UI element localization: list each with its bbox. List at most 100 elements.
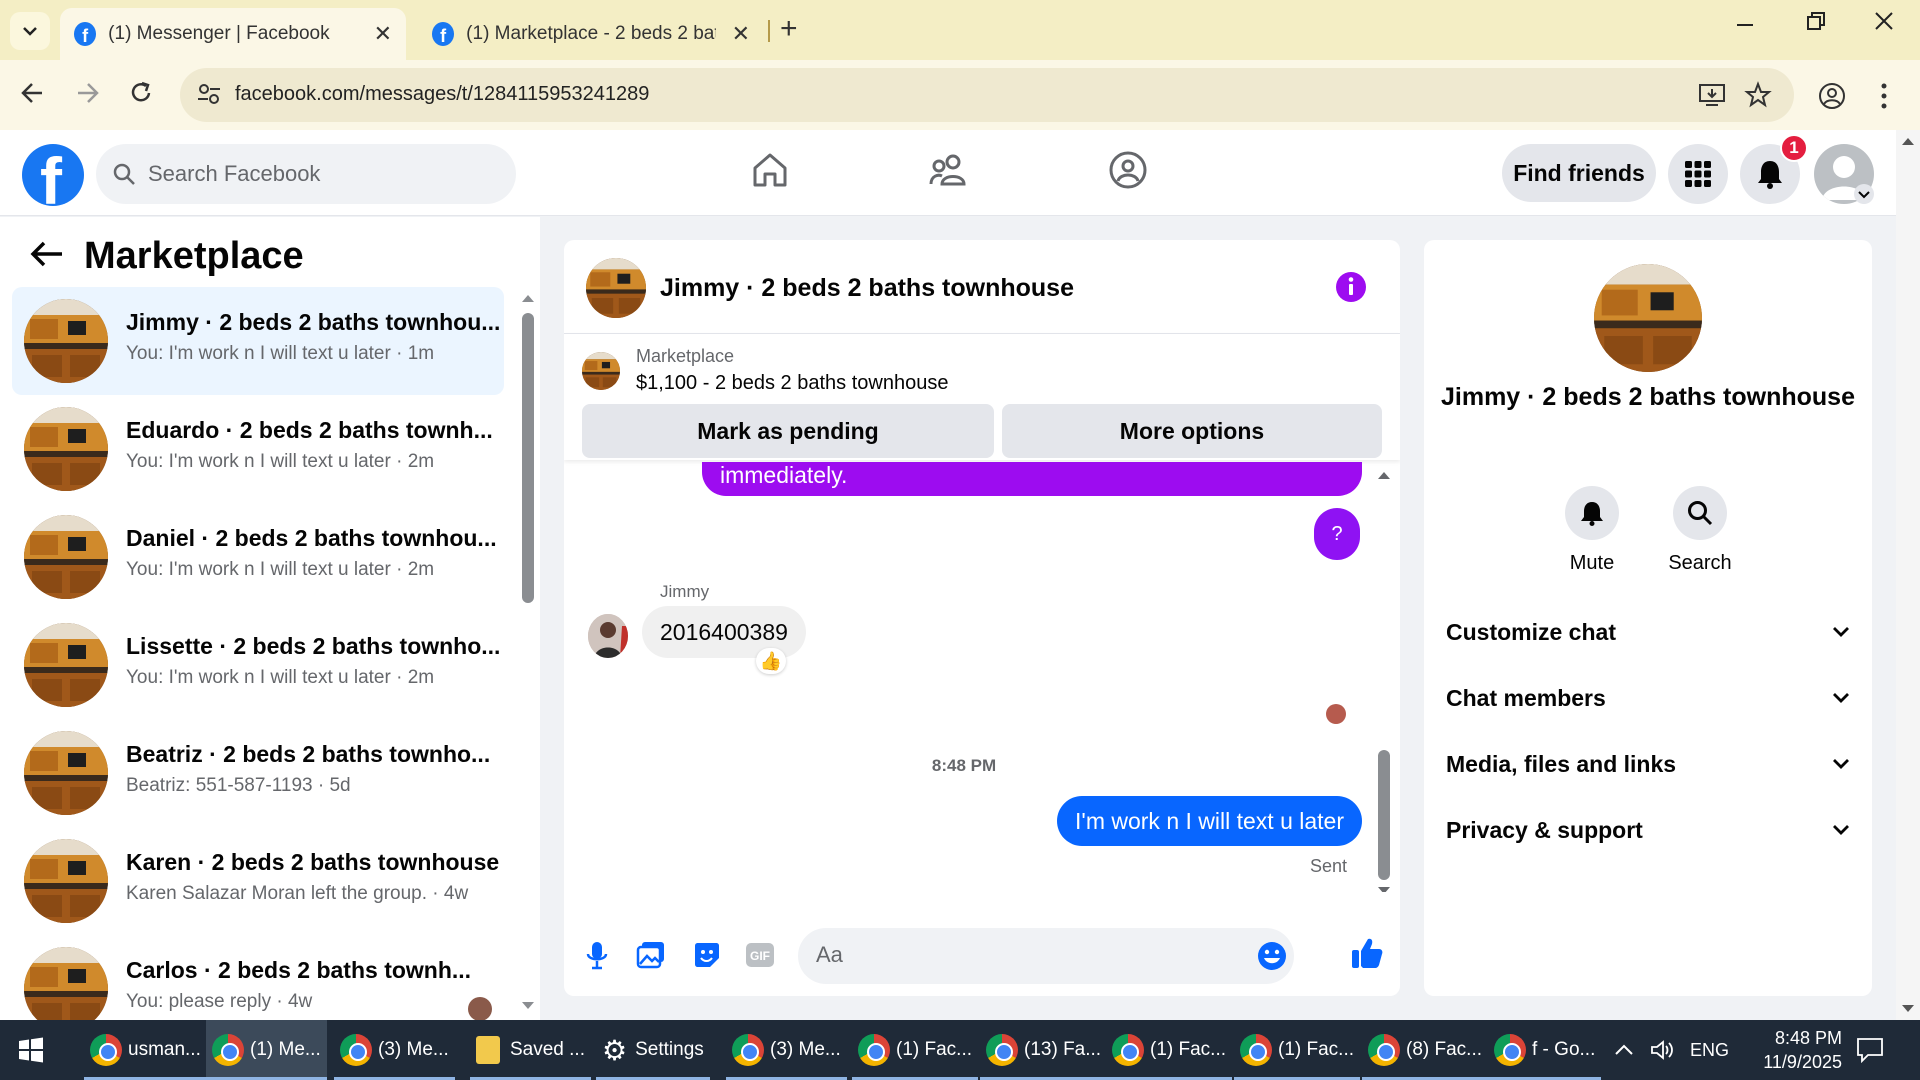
search-in-conversation-button[interactable]: Search xyxy=(1660,486,1740,575)
volume-button[interactable] xyxy=(1650,1020,1674,1080)
conversation-name: Jimmy · 2 beds 2 baths townhou... xyxy=(126,309,501,335)
nav-home[interactable] xyxy=(750,150,790,195)
menu-button[interactable] xyxy=(1668,144,1728,204)
conversation-item[interactable]: Karen · 2 beds 2 baths townhouse Karen S… xyxy=(12,827,504,935)
message-thread-scrollbar[interactable] xyxy=(1378,750,1390,880)
tab-search-dropdown[interactable] xyxy=(10,12,50,50)
marketplace-listing-card: Marketplace $1,100 - 2 beds 2 baths town… xyxy=(564,334,1400,460)
close-tab-icon[interactable]: ✕ xyxy=(732,21,750,47)
taskbar-app-button[interactable]: (13) Fa... xyxy=(980,1020,1108,1080)
voice-clip-button[interactable] xyxy=(586,940,608,975)
scroll-up-arrow-icon[interactable] xyxy=(1901,136,1915,146)
gif-button[interactable]: GIF xyxy=(744,940,776,975)
taskbar-app-button[interactable]: (1) Fac... xyxy=(852,1020,979,1080)
restore-button[interactable] xyxy=(1806,10,1826,38)
search-input[interactable] xyxy=(148,161,488,187)
scroll-down-arrow-icon[interactable] xyxy=(520,1001,536,1011)
emoji-picker-button[interactable] xyxy=(1256,940,1288,977)
sticker-button[interactable] xyxy=(692,940,722,975)
nav-groups[interactable] xyxy=(1108,150,1148,195)
profile-button[interactable] xyxy=(1818,82,1846,117)
listing-thumbnail[interactable] xyxy=(586,258,646,318)
scroll-up-arrow-icon[interactable] xyxy=(520,293,536,303)
chat-members-section[interactable]: Chat members xyxy=(1446,678,1850,718)
find-friends-button[interactable]: Find friends xyxy=(1502,144,1656,202)
show-hidden-icons-button[interactable] xyxy=(1614,1020,1634,1080)
action-center-button[interactable] xyxy=(1856,1020,1884,1080)
conversation-item[interactable]: Jimmy · 2 beds 2 baths townhou... You: I… xyxy=(12,287,504,395)
seen-receipt-avatar xyxy=(1326,704,1346,724)
minimize-button[interactable] xyxy=(1736,10,1754,38)
outgoing-question-bubble[interactable]: ? xyxy=(1314,508,1360,560)
chat-title[interactable]: Jimmy · 2 beds 2 baths townhouse xyxy=(660,274,1074,303)
listing-title[interactable]: $1,100 - 2 beds 2 baths townhouse xyxy=(636,372,948,395)
conversation-snippet: You: I'm work n I will text u later · 2m xyxy=(126,451,435,472)
conversation-name: Lissette · 2 beds 2 baths townho... xyxy=(126,633,501,659)
message-input[interactable] xyxy=(816,942,1256,968)
taskbar-app-button[interactable]: Saved ... xyxy=(470,1020,591,1080)
conversation-item[interactable]: Beatriz · 2 beds 2 baths townho... Beatr… xyxy=(12,719,504,827)
conversation-item[interactable]: Lissette · 2 beds 2 baths townho... You:… xyxy=(12,611,504,719)
outgoing-message-bubble[interactable]: I'm work n I will text u later xyxy=(1057,796,1362,846)
conversation-list-scrollbar[interactable] xyxy=(522,313,534,603)
facebook-logo[interactable]: f xyxy=(22,144,84,206)
account-chevron-icon[interactable] xyxy=(1854,184,1874,204)
conversation-item[interactable]: Eduardo · 2 beds 2 baths townh... You: I… xyxy=(12,395,504,503)
nav-friends[interactable] xyxy=(928,150,968,195)
outgoing-message-bubble[interactable]: immediately. xyxy=(702,462,1362,496)
back-button[interactable] xyxy=(30,239,64,274)
taskbar-app-button[interactable]: (1) Fac... xyxy=(1106,1020,1233,1080)
browser-tab-messenger[interactable]: f (1) Messenger | Facebook ✕ xyxy=(60,8,406,60)
taskbar-app-button[interactable]: (3) Me... xyxy=(334,1020,455,1080)
start-button[interactable] xyxy=(18,1020,44,1080)
close-tab-icon[interactable]: ✕ xyxy=(374,21,392,47)
privacy-support-section[interactable]: Privacy & support xyxy=(1446,810,1850,850)
conversation-item[interactable]: Daniel · 2 beds 2 baths townhou... You: … xyxy=(12,503,504,611)
listing-avatar[interactable] xyxy=(1594,264,1702,372)
mark-as-pending-button[interactable]: Mark as pending xyxy=(582,404,994,458)
taskbar-app-button[interactable]: (1) Fac... xyxy=(1234,1020,1361,1080)
conversation-snippet: Beatriz: 551-587-1193 · 5d xyxy=(126,775,351,796)
scroll-down-arrow-icon[interactable] xyxy=(1377,886,1391,892)
chrome-icon xyxy=(986,1034,1018,1066)
panel-title: Marketplace xyxy=(84,235,304,277)
attach-photo-button[interactable] xyxy=(636,940,666,975)
taskbar-app-label: (13) Fa... xyxy=(1024,1039,1102,1060)
facebook-search[interactable] xyxy=(96,144,516,204)
address-bar[interactable]: facebook.com/messages/t/1284115953241289 xyxy=(180,68,1794,122)
taskbar-app-button[interactable]: (3) Me... xyxy=(726,1020,847,1080)
more-options-button[interactable]: More options xyxy=(1002,404,1382,458)
reload-button[interactable] xyxy=(128,80,154,113)
customize-chat-section[interactable]: Customize chat xyxy=(1446,612,1850,652)
taskbar-app-button[interactable]: usman... xyxy=(84,1020,207,1080)
install-app-icon[interactable] xyxy=(1698,81,1726,114)
scroll-down-arrow-icon[interactable] xyxy=(1901,1004,1915,1014)
browser-menu-button[interactable] xyxy=(1880,82,1888,117)
media-files-links-section[interactable]: Media, files and links xyxy=(1446,744,1850,784)
taskbar-app-button[interactable]: f - Go... xyxy=(1488,1020,1602,1080)
close-window-button[interactable] xyxy=(1874,10,1894,38)
reload-icon xyxy=(131,81,151,102)
forward-button[interactable] xyxy=(74,80,100,113)
scroll-up-arrow-icon[interactable] xyxy=(1377,470,1391,480)
mute-button[interactable]: Mute xyxy=(1552,486,1632,575)
thumbs-up-reaction-icon[interactable]: 👍 xyxy=(756,648,786,674)
new-tab-button[interactable]: + xyxy=(780,12,798,46)
chrome-icon xyxy=(90,1034,122,1066)
send-like-button[interactable] xyxy=(1350,936,1384,975)
listing-thumbnail[interactable] xyxy=(582,352,620,390)
input-language[interactable]: ENG xyxy=(1690,1020,1729,1080)
site-settings-icon[interactable] xyxy=(196,81,222,112)
conversation-snippet: You: I'm work n I will text u later · 1m xyxy=(126,343,435,364)
bookmark-star-icon[interactable] xyxy=(1744,81,1772,114)
browser-tab-marketplace[interactable]: f (1) Marketplace - 2 beds 2 bath ✕ xyxy=(418,8,764,60)
taskbar-app-button[interactable]: (1) Me... xyxy=(206,1020,327,1080)
taskbar-app-button[interactable]: (8) Fac... xyxy=(1362,1020,1489,1080)
page-scrollbar[interactable] xyxy=(1896,130,1920,1020)
back-button[interactable] xyxy=(20,80,46,113)
sender-avatar[interactable] xyxy=(588,614,628,658)
conversation-info-button[interactable] xyxy=(1334,270,1368,309)
system-clock[interactable]: 8:48 PM 11/9/2025 xyxy=(1746,1020,1842,1080)
taskbar-app-button[interactable]: ⚙ Settings xyxy=(596,1020,710,1080)
chrome-icon xyxy=(1494,1034,1526,1066)
